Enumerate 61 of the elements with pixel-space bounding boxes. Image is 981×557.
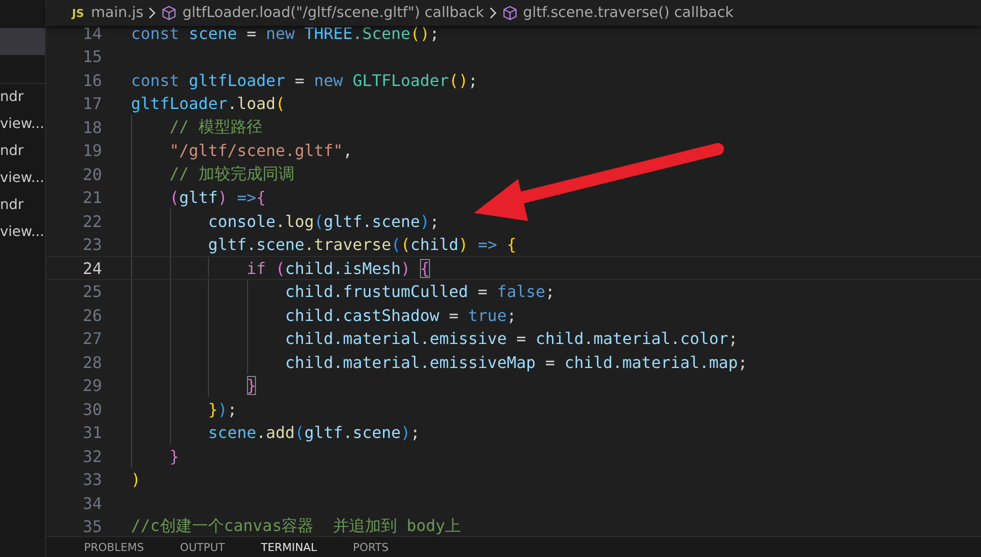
line-number: 19 [82, 141, 102, 160]
line-number: 24 [82, 258, 102, 278]
code-line: "/gltf/scene.gltf", [168, 141, 353, 160]
chevron-right-icon [489, 7, 498, 19]
panel-tab[interactable]: PORTS [340, 537, 401, 554]
file-item[interactable]: ndr [0, 192, 45, 219]
line-number: 34 [82, 494, 102, 512]
code-line: child.frustumCulled = false; [284, 282, 555, 301]
line-number: 18 [82, 118, 102, 136]
line-number: 25 [82, 282, 102, 301]
line-number: 16 [82, 70, 102, 90]
code-line: (gltf) =>{ [168, 188, 266, 207]
line-number: 30 [82, 400, 102, 418]
code-line: const scene = new THREE.Scene(); [131, 26, 440, 42]
line-number: 29 [82, 376, 102, 395]
line-number: 20 [82, 164, 102, 184]
line-number: 22 [82, 212, 102, 230]
line-number: 15 [82, 47, 102, 66]
code-line: child.material.emissiveMap = child.material.map; [284, 352, 748, 372]
line-number: 35 [82, 517, 102, 536]
cube-icon [161, 5, 178, 21]
code-line: } [168, 446, 180, 466]
line-number: 26 [82, 306, 102, 324]
breadcrumb-item[interactable]: main.js [91, 5, 144, 21]
code-line: } [246, 376, 256, 395]
code-line: //c创建一个canvas容器 并追加到 body上 [131, 516, 462, 536]
file-type-label: JS [72, 6, 84, 20]
code-line: }); [207, 400, 237, 418]
selected-row-highlight [0, 28, 45, 55]
code-line: child.material.emissive = child.material.color; [284, 329, 738, 348]
line-number: 28 [82, 352, 102, 372]
line-number: 21 [82, 188, 102, 207]
code-line: // 加较完成同调 [168, 164, 294, 184]
panel-tab[interactable]: PROBLEMS [72, 537, 156, 554]
code-line: child.castShadow = true; [284, 306, 516, 324]
line-number: 33 [82, 470, 102, 489]
line-number: 14 [82, 26, 102, 42]
file-item[interactable]: view... [0, 219, 45, 246]
panel-tab[interactable]: TERMINAL [248, 537, 329, 554]
file-item[interactable]: ndr [0, 138, 45, 165]
file-item[interactable]: view... [0, 111, 45, 138]
file-item[interactable]: ndr [0, 84, 45, 111]
code-line: // 模型路径 [168, 116, 262, 138]
breadcrumb-item[interactable]: gltf.scene.traverse() callback [523, 5, 734, 21]
cube-icon [502, 5, 518, 21]
code-line: ) [131, 470, 141, 489]
code-line: scene.add(gltf.scene); [207, 423, 420, 442]
line-number: 23 [82, 235, 102, 254]
file-item[interactable]: view... [0, 165, 45, 192]
code-line: console.log(gltf.scene); [207, 212, 440, 230]
line-number: 31 [82, 423, 102, 442]
code-line: if (child.isMesh) { [246, 258, 430, 278]
chevron-right-icon [148, 7, 156, 19]
panel-tab[interactable]: OUTPUT [168, 537, 237, 554]
code-line: gltfLoader.load( [131, 94, 286, 113]
line-number: 17 [82, 94, 102, 113]
line-number: 32 [82, 446, 102, 466]
code-line: const gltfLoader = new GLTFLoader(); [131, 70, 478, 90]
code-line: gltf.scene.traverse((child) => { [207, 235, 516, 254]
line-number: 27 [82, 329, 102, 348]
breadcrumb-item[interactable]: gltfLoader.load("/gltf/scene.gltf") callback [182, 5, 484, 21]
